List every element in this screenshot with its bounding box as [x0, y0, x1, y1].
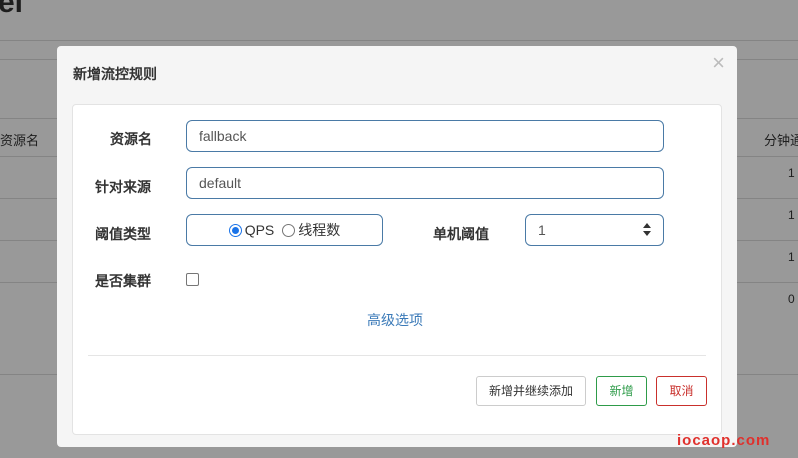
- close-icon[interactable]: ×: [712, 52, 725, 74]
- resource-name-label: 资源名: [110, 131, 152, 147]
- threshold-type-radio-group: QPS 线程数: [186, 214, 383, 246]
- advanced-options-link[interactable]: 高级选项: [367, 310, 423, 330]
- dialog-body: 资源名 fallback 针对来源 default 阈值类型 QPS 线程数 单…: [72, 104, 722, 435]
- limit-app-input[interactable]: default: [186, 167, 664, 199]
- radio-unchecked-icon[interactable]: [282, 223, 296, 237]
- add-button[interactable]: 新增: [596, 376, 647, 406]
- resource-name-input[interactable]: fallback: [186, 120, 664, 152]
- radio-label-thread-count: 线程数: [298, 222, 341, 238]
- single-threshold-value: 1: [538, 222, 546, 238]
- cluster-mode-label: 是否集群: [95, 273, 151, 289]
- dialog-title: 新增流控规则: [73, 66, 157, 82]
- single-threshold-input[interactable]: 1: [525, 214, 664, 246]
- threshold-type-label: 阈值类型: [95, 226, 151, 242]
- add-flow-rule-dialog: 新增流控规则 × 资源名 fallback 针对来源 default 阈值类型 …: [57, 46, 737, 447]
- limit-app-label: 针对来源: [95, 179, 151, 195]
- add-and-continue-button[interactable]: 新增并继续添加: [476, 376, 586, 406]
- radio-checked-icon[interactable]: [228, 223, 242, 237]
- radio-option-qps[interactable]: QPS: [228, 222, 275, 238]
- cluster-mode-checkbox[interactable]: [186, 273, 199, 286]
- number-spinner-icon[interactable]: [643, 222, 651, 238]
- radio-option-thread-count[interactable]: 线程数: [282, 220, 340, 240]
- cancel-button[interactable]: 取消: [656, 376, 707, 406]
- footer-divider: [88, 355, 706, 356]
- radio-label-qps: QPS: [244, 222, 275, 238]
- watermark: iocaop.com: [677, 432, 771, 449]
- single-threshold-label: 单机阈值: [433, 226, 489, 242]
